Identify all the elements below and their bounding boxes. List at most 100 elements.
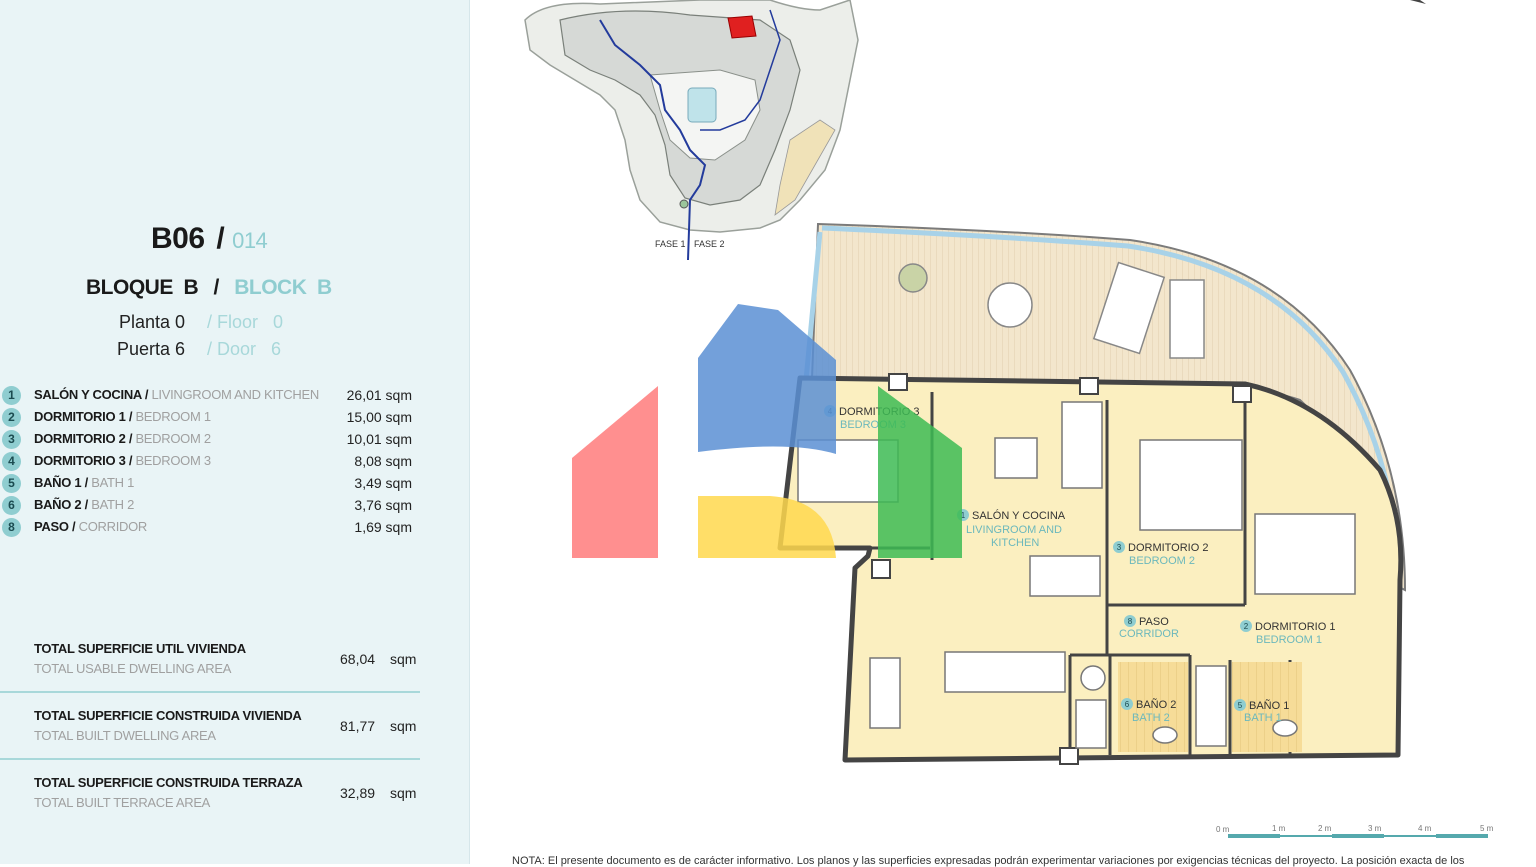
total-label-en: TOTAL USABLE DWELLING AREA [34,661,232,676]
room-6-label-en: BATH 2 [1132,712,1170,724]
room-row: 2 DORMITORIO 1 / BEDROOM 1 15,00 sqm [0,406,430,428]
room-name-en: CORRIDOR [78,519,148,534]
room-1-label-en2: KITCHEN [991,537,1039,549]
room-1-label-es: SALÓN Y COCINA [972,509,1066,522]
room-3-badge: 3 [1117,543,1122,552]
total-value: 68,04 [340,651,376,667]
selected-unit-marker [727,15,757,39]
room-row: 6 BAÑO 2 / BATH 2 3,76 sqm [0,494,430,516]
floor-es: Planta 0 [119,312,186,332]
room-name-en: BEDROOM 2 [135,431,211,446]
house-logo-watermark [572,304,962,558]
room-area: 3,49 sqm [354,475,412,491]
total-label-en: TOTAL BUILT TERRACE AREA [34,795,211,810]
room-name: DORMITORIO 1 / BEDROOM 1 [34,409,211,424]
total-label-en: TOTAL BUILT DWELLING AREA [34,728,216,743]
room-name-en: BEDROOM 1 [135,409,211,424]
room-3-label-en: BEDROOM 2 [1129,555,1195,567]
room-6-label-es: BAÑO 2 [1136,698,1176,711]
room-area: 3,76 sqm [354,497,412,513]
phase-1-label: FASE 1 [655,239,686,249]
room-2-badge: 2 [1244,622,1249,631]
divider [0,758,420,760]
room-5-label-es: BAÑO 1 [1249,699,1289,712]
room-name-es: DORMITORIO 3 / [34,453,136,468]
room-number-badge: 6 [2,496,21,515]
phase-2-label: FASE 2 [694,239,725,249]
room-name-es: DORMITORIO 1 / [34,409,136,424]
room-name: PASO / CORRIDOR [34,519,147,534]
unit-title: B06 / 014 [151,222,268,256]
door-es: Puerta 6 [117,339,186,359]
site-plan: FASE 1 FASE 2 [524,0,859,261]
room-6-badge: 6 [1125,700,1130,709]
room-8-label-en: CORRIDOR [1119,628,1179,640]
room-5-label-en: BATH 1 [1244,712,1282,724]
room-area: 15,00 sqm [346,409,412,425]
room-name-en: BATH 2 [91,497,135,512]
total-unit: sqm [390,785,417,801]
total-terrace-area: TOTAL SUPERFICIE CONSTRUIDA TERRAZA TOTA… [0,775,420,835]
room-number-badge: 5 [2,474,21,493]
scale-bar: 0 m 1 m 2 m 3 m 4 m 5 m [1216,824,1494,838]
unit-number: 014 [232,228,268,253]
room-number-badge: 4 [2,452,21,471]
total-unit: sqm [390,651,417,667]
room-8-badge: 8 [1128,617,1133,626]
room-area: 1,69 sqm [354,519,412,535]
tree [679,199,689,209]
total-value: 32,89 [340,785,376,801]
room-name: DORMITORIO 3 / BEDROOM 3 [34,453,211,468]
total-label-es: TOTAL SUPERFICIE CONSTRUIDA TERRAZA [34,775,303,790]
room-1-label-en1: LIVINGROOM AND [966,524,1062,536]
room-row: 1 SALÓN Y COCINA / LIVINGROOM AND KITCHE… [0,384,430,406]
block-separator: / [213,276,220,299]
room-area: 10,01 sqm [346,431,412,447]
scale-tick-label: 3 m [1368,824,1382,833]
room-number-badge: 8 [2,518,21,537]
room-row: 5 BAÑO 1 / BATH 1 3,49 sqm [0,472,430,494]
room-2-label-en: BEDROOM 1 [1256,634,1322,646]
logo-red-shape [572,386,658,558]
room-row: 3 DORMITORIO 2 / BEDROOM 2 10,01 sqm [0,428,430,450]
logo-green-shape [878,386,962,558]
room-area: 8,08 sqm [354,453,412,469]
scale-tick-label: 5 m [1480,824,1494,833]
divider [0,691,420,693]
room-name: DORMITORIO 2 / BEDROOM 2 [34,431,211,446]
logo-yellow-shape [698,496,836,558]
room-5-badge: 5 [1238,701,1243,710]
total-value: 81,77 [340,718,376,734]
room-name-es: BAÑO 2 / [34,497,92,512]
footnote: NOTA: El presente documento es de caráct… [512,855,1465,867]
room-name-es: DORMITORIO 2 / [34,431,136,446]
scale-tick-label: 0 m [1216,825,1230,834]
scale-tick-label: 4 m [1418,824,1432,833]
floor-en: / Floor 0 [207,312,284,332]
unit-code: B06 [151,222,205,255]
scale-tick-label: 1 m [1272,824,1286,833]
room-number-badge: 2 [2,408,21,427]
room-name-en: LIVINGROOM AND KITCHEN [151,387,319,402]
door-line: Puerta 6 / Door 6 [117,339,281,360]
room-name: SALÓN Y COCINA / LIVINGROOM AND KITCHEN [34,387,319,402]
room-name-es: PASO / [34,519,79,534]
room-number-badge: 1 [2,386,21,405]
total-label-es: TOTAL SUPERFICIE UTIL VIVIENDA [34,641,246,656]
pool [687,87,717,123]
room-name-en: BATH 1 [91,475,135,490]
block-es: BLOQUE B [86,276,199,299]
room-row: 8 PASO / CORRIDOR 1,69 sqm [0,516,430,538]
room-name: BAÑO 1 / BATH 1 [34,475,134,490]
total-unit: sqm [390,718,417,734]
floor-line: Planta 0 / Floor 0 [119,312,283,333]
logo-blue-shape [698,304,836,454]
room-area: 26,01 sqm [346,387,412,403]
room-row: 4 DORMITORIO 3 / BEDROOM 3 8,08 sqm [0,450,430,472]
room-2-label-es: DORMITORIO 1 [1255,621,1335,633]
room-number-badge: 3 [2,430,21,449]
scale-tick-label: 2 m [1318,824,1332,833]
info-panel: B06 / 014 BLOQUE B / BLOCK B Planta 0 / F… [0,0,470,864]
compass-icon [1410,0,1426,4]
block-en: BLOCK B [234,276,332,299]
